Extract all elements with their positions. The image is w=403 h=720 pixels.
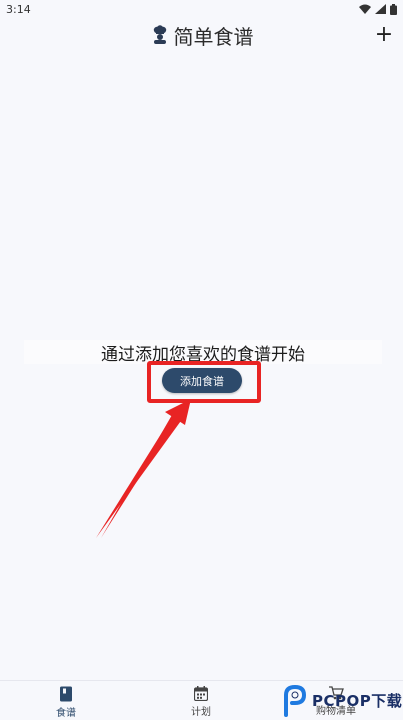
calendar-icon — [194, 686, 208, 701]
nav-label-plan: 计划 — [191, 707, 211, 718]
add-recipe-plus-button[interactable]: + — [373, 22, 395, 48]
signal-icon — [375, 4, 386, 14]
battery-icon — [390, 3, 397, 15]
nav-item-recipes[interactable]: 食谱 — [31, 686, 101, 720]
app-bar: 简单食谱 + — [0, 18, 403, 52]
chef-logo-icon — [153, 25, 166, 44]
book-icon — [60, 686, 72, 702]
status-time: 3:14 — [6, 2, 31, 16]
watermark-text: PCPOP下载 — [312, 692, 403, 710]
app-title: 简单食谱 — [173, 24, 254, 49]
title-wrap: 简单食谱 — [150, 21, 254, 50]
status-icons — [359, 3, 397, 15]
status-bar: 3:14 — [0, 0, 403, 18]
pcpop-logo-icon — [284, 684, 307, 717]
watermark: PCPOP下载 — [282, 681, 403, 720]
add-recipe-button[interactable]: 添加食谱 — [162, 368, 242, 393]
nav-label-recipes: 食谱 — [56, 708, 76, 719]
nav-item-plan[interactable]: 计划 — [166, 686, 236, 720]
wifi-icon — [359, 4, 371, 14]
